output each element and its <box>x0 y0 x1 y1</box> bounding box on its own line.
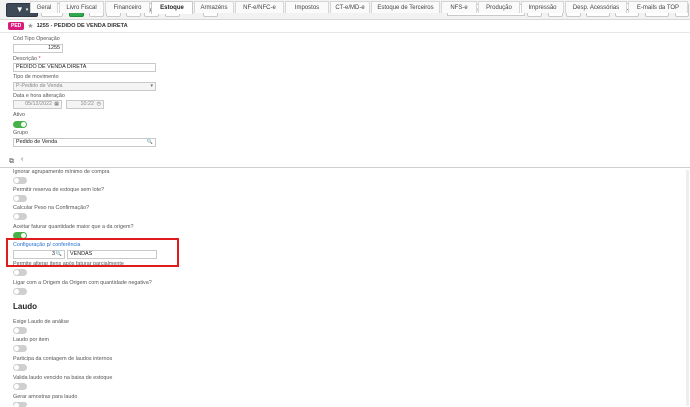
hora-alteracao-field[interactable]: 10:22 ◷ <box>66 100 104 109</box>
grupo-value: Pedido de Venda <box>16 139 58 145</box>
ignorar-agrupamento-toggle[interactable] <box>13 177 27 184</box>
data-alteracao-field[interactable]: 05/12/2022 ▦ <box>13 100 62 109</box>
chevron-left-icon[interactable]: ‹ <box>21 156 23 163</box>
laudo-section-title: Laudo <box>13 302 37 311</box>
tipo-movimento-label: Tipo de movimento <box>13 74 59 80</box>
tab-financeiro[interactable]: Financeiro <box>105 1 150 13</box>
scrollbar[interactable] <box>686 170 689 406</box>
aceitar-faturar-label: Aceitar faturar quantidade maior que a d… <box>13 224 134 230</box>
record-type-badge: PED <box>8 22 25 30</box>
calcular-peso-toggle[interactable] <box>13 213 27 220</box>
permite-alterar-toggle[interactable] <box>13 269 27 276</box>
clock-icon: ◷ <box>96 101 101 107</box>
valida-laudo-toggle[interactable] <box>13 383 27 390</box>
ativo-toggle[interactable] <box>13 121 27 128</box>
valida-laudo-label: Valida laudo vencido na baixa de estoque <box>13 375 113 381</box>
page-title: 1255 - PEDIDO DE VENDA DIRETA <box>36 23 128 29</box>
tab-armazens[interactable]: Armazéns <box>194 1 234 13</box>
calendar-icon: ▦ <box>54 101 59 107</box>
search-icon[interactable]: 🔍 <box>147 139 153 146</box>
ligar-origem-label: Ligar com a Origem da Origem com quantid… <box>13 280 152 286</box>
gerar-amostras-toggle[interactable] <box>13 402 27 407</box>
copy-icon[interactable]: ⧉ <box>9 158 14 166</box>
tab-emails-top[interactable]: E-mails da TOP <box>628 1 688 13</box>
tipo-movimento-value: P-Pedido de Venda <box>16 83 63 89</box>
descricao-label-text: Descrição <box>13 56 37 62</box>
ligar-origem-toggle[interactable] <box>13 288 27 295</box>
chevron-down-icon: ▾ <box>25 6 29 13</box>
laudo-por-item-toggle[interactable] <box>13 345 27 352</box>
ativo-label: Ativo <box>13 112 25 118</box>
hora-alteracao-value: 10:22 <box>80 101 95 107</box>
gerar-amostras-label: Gerar amostras para laudo <box>13 394 78 400</box>
tab-producao[interactable]: Produção <box>478 1 520 13</box>
exige-laudo-toggle[interactable] <box>13 327 27 334</box>
laudo-por-item-label: Laudo por item <box>13 337 49 343</box>
chevron-down-icon: ▾ <box>150 83 153 89</box>
participa-contagem-toggle[interactable] <box>13 364 27 371</box>
star-icon[interactable]: ★ <box>27 22 33 30</box>
descricao-field[interactable]: PEDIDO DE VENDA DIRETA <box>13 63 156 72</box>
exige-laudo-label: Exige Laudo de análise <box>13 319 70 325</box>
tab-geral[interactable]: Geral <box>30 1 58 13</box>
tab-bar <box>0 155 690 168</box>
grupo-field[interactable]: Pedido de Venda 🔍 <box>13 138 156 147</box>
required-marker: * <box>38 56 41 62</box>
cod-tipo-operacao-label: Cód Tipo Operação <box>13 36 60 42</box>
tab-nfe-nfce[interactable]: NF-e/NFC-e <box>235 1 284 13</box>
filter-icon: ▼ <box>15 5 24 14</box>
grupo-label: Grupo <box>13 130 28 136</box>
cod-tipo-operacao-field[interactable]: 1255 <box>13 44 63 53</box>
ignorar-agrupamento-label: Ignorar agrupamento mínimo de compra <box>13 169 110 175</box>
participa-contagem-label: Participa da contagem de laudos internos <box>13 356 113 362</box>
data-alteracao-value: 05/12/2022 <box>25 101 52 107</box>
tab-livro-fiscal[interactable]: Livro Fiscal <box>59 1 104 13</box>
descricao-label: Descrição * <box>13 56 41 62</box>
tab-estoque[interactable]: Estoque <box>151 1 193 14</box>
record-title-bar: PED ★ 1255 - PEDIDO DE VENDA DIRETA <box>8 21 128 31</box>
tab-impressao[interactable]: Impressão <box>521 1 564 13</box>
permitir-reserva-label: Permitir reserva de estoque sem lote? <box>13 187 105 193</box>
tipo-movimento-select[interactable]: P-Pedido de Venda ▾ <box>13 82 156 91</box>
tab-desp-acessorias[interactable]: Desp. Acessórias <box>565 1 627 13</box>
data-alteracao-label: Data e hora alteração <box>13 93 65 99</box>
permitir-reserva-toggle[interactable] <box>13 195 27 202</box>
tab-estoque-terceiros[interactable]: Estoque de Terceiros <box>371 1 440 13</box>
permite-alterar-label: Permite alterar itens após faturar parci… <box>13 261 124 267</box>
tab-impostos[interactable]: Impostos <box>285 1 329 13</box>
tab-nfse[interactable]: NFS-e <box>441 1 477 13</box>
calcular-peso-label: Calcular Peso na Confirmação? <box>13 205 90 211</box>
tab-cte-mde[interactable]: CT-e/MD-e <box>330 1 370 13</box>
divider <box>0 32 690 33</box>
